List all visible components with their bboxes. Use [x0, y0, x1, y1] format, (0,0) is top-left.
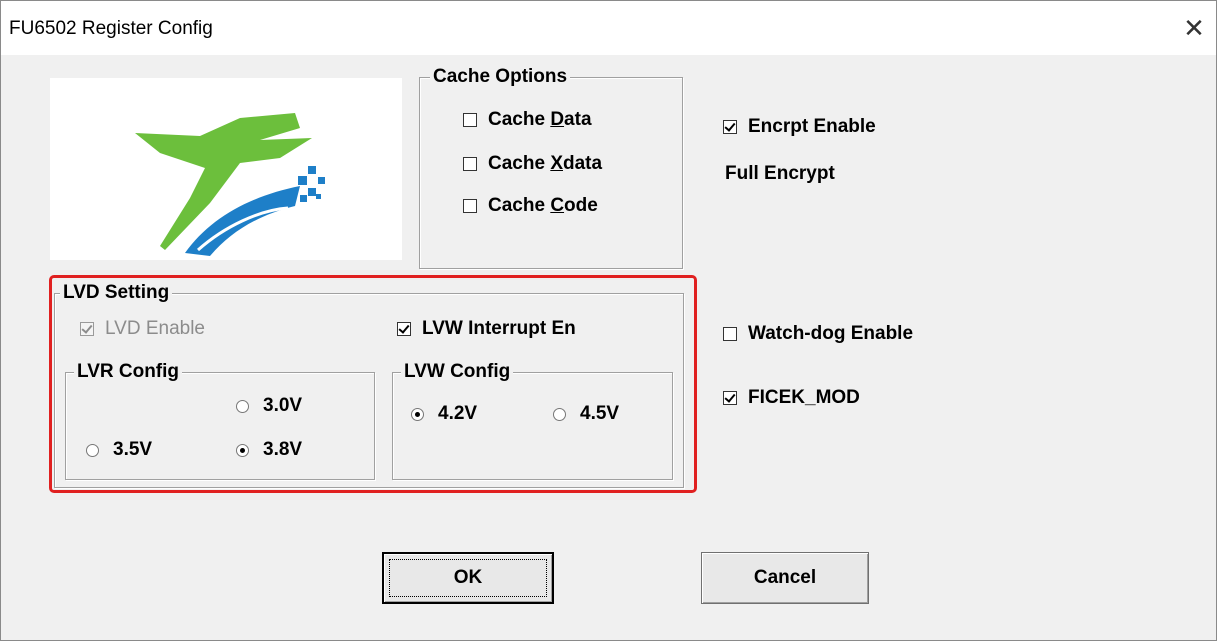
watchdog-enable-checkbox[interactable]: Watch-dog Enable: [723, 323, 913, 345]
cache-code-checkbox[interactable]: Cache Code: [463, 195, 598, 217]
ficek-mod-label: FICEK_MOD: [748, 387, 860, 408]
encrypt-mode-text: Full Encrypt: [725, 163, 835, 184]
cancel-button[interactable]: Cancel: [701, 552, 869, 604]
company-logo: [50, 78, 402, 260]
focus-rect: [389, 559, 547, 597]
checkbox-box[interactable]: [463, 157, 477, 171]
cache-xdata-label: Cache Xdata: [488, 153, 603, 174]
cache-code-label: Cache Code: [488, 195, 598, 216]
checkbox-box[interactable]: [723, 120, 737, 134]
ficek-mod-checkbox[interactable]: FICEK_MOD: [723, 387, 860, 409]
window-title: FU6502 Register Config: [9, 18, 213, 39]
cache-options-label: Cache Options: [430, 66, 571, 88]
cache-options-group: Cache Options Cache Data Cache Xdata Cac…: [419, 66, 683, 269]
title-bar: FU6502 Register Config ✕: [1, 1, 1216, 55]
checkbox-box[interactable]: [463, 199, 477, 213]
dialog-window: FU6502 Register Config ✕ Cache Options C…: [0, 0, 1217, 641]
watchdog-enable-label: Watch-dog Enable: [748, 323, 914, 344]
ok-button[interactable]: OK: [382, 552, 554, 604]
logo-graphic: [135, 113, 325, 256]
close-icon[interactable]: ✕: [1174, 9, 1214, 47]
checkbox-box[interactable]: [723, 391, 737, 405]
encrypt-enable-label: Encrpt Enable: [748, 116, 876, 137]
dialog-content: Cache Options Cache Data Cache Xdata Cac…: [1, 55, 1216, 640]
encrypt-enable-checkbox[interactable]: Encrpt Enable: [723, 116, 876, 138]
checkbox-box[interactable]: [723, 327, 737, 341]
cache-xdata-checkbox[interactable]: Cache Xdata: [463, 153, 602, 175]
cache-data-label: Cache Data: [488, 109, 592, 130]
highlight-frame: [49, 275, 697, 493]
cancel-button-label: Cancel: [753, 567, 817, 588]
checkbox-box[interactable]: [463, 113, 477, 127]
cache-data-checkbox[interactable]: Cache Data: [463, 109, 592, 131]
